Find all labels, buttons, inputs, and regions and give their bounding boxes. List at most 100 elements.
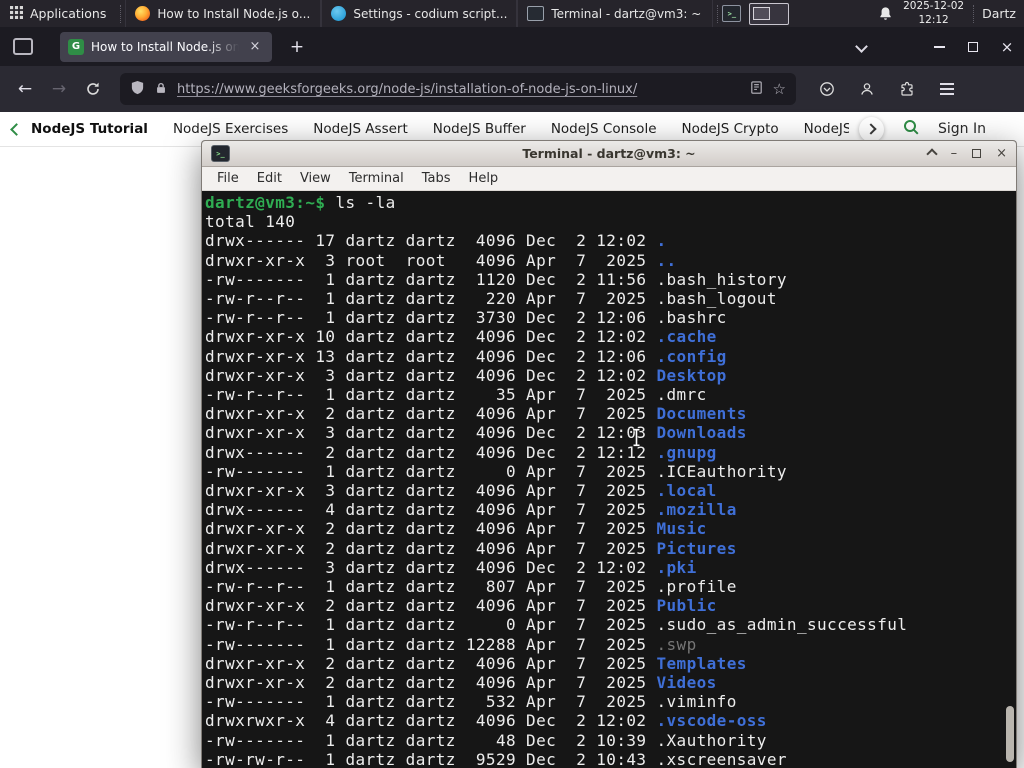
file-name: .bash_logout — [656, 289, 777, 309]
terminal-menu-edit[interactable]: Edit — [248, 171, 291, 186]
workspace-switcher[interactable] — [749, 2, 790, 25]
terminal-close-button[interactable]: × — [996, 147, 1007, 160]
window-maximize-button[interactable] — [956, 32, 990, 62]
terminal-output-line: drwx------ 3 dartz dartz 4096 Dec 2 12:0… — [205, 558, 1016, 577]
file-name: . — [656, 231, 667, 251]
file-meta: -rw-rw-r-- 1 dartz dartz 9529 Dec 2 10:4… — [205, 749, 657, 768]
clock-time: 12:12 — [918, 13, 949, 26]
terminal-scrollbar-thumb[interactable] — [1006, 706, 1014, 762]
terminal-viewport[interactable]: dartz@vm3:~$ ls -la total 140 drwx------… — [202, 191, 1016, 768]
terminal-minimize-button[interactable]: – — [951, 147, 958, 160]
file-name: .vscode-oss — [656, 711, 767, 731]
forward-button[interactable]: → — [42, 73, 76, 105]
user-menu[interactable]: Dartz — [982, 6, 1016, 21]
file-name: .swp — [656, 634, 697, 654]
file-name: .mozilla — [656, 500, 737, 520]
file-name: Downloads — [656, 423, 747, 443]
codium-icon — [331, 6, 347, 21]
gfg-scroll-right-icon[interactable] — [859, 116, 884, 142]
file-meta: -rw------- 1 dartz dartz 1120 Dec 2 11:5… — [205, 269, 657, 289]
file-name: .bashrc — [656, 308, 727, 328]
pocket-icon[interactable] — [810, 73, 844, 105]
file-meta: drwx------ 2 dartz dartz 4096 Dec 2 12:1… — [205, 442, 657, 462]
gfg-nav-link-nodejs-tutorial[interactable]: NodeJS Tutorial — [31, 121, 148, 137]
tracking-shield-icon[interactable] — [130, 80, 145, 99]
file-meta: drwxr-xr-x 2 dartz dartz 4096 Apr 7 2025 — [205, 673, 657, 693]
applications-label: Applications — [30, 6, 107, 21]
taskbar-window-codium[interactable]: Settings - codium script... — [321, 0, 518, 27]
file-meta: drwxr-xr-x 3 dartz dartz 4096 Dec 2 12:0… — [205, 423, 657, 443]
terminal-menu-help[interactable]: Help — [460, 171, 508, 186]
list-all-tabs-icon[interactable] — [848, 34, 874, 60]
taskbar-window-firefox[interactable]: How to Install Node.js o... — [125, 0, 322, 27]
gfg-nav-link-nodejs-dns[interactable]: NodeJS DNS — [804, 121, 849, 137]
file-name: Desktop — [656, 365, 727, 385]
gfg-nav-link-nodejs-crypto[interactable]: NodeJS Crypto — [682, 121, 779, 137]
gfg-nav-link-nodejs-assert[interactable]: NodeJS Assert — [313, 121, 408, 137]
file-name: .gnupg — [656, 442, 717, 462]
terminal-output-line: drwxr-xr-x 13 dartz dartz 4096 Dec 2 12:… — [205, 347, 1016, 366]
file-name: .. — [656, 250, 677, 270]
terminal-menu-tabs[interactable]: Tabs — [413, 171, 460, 186]
terminal-output-line: drwxr-xr-x 10 dartz dartz 4096 Dec 2 12:… — [205, 327, 1016, 346]
tabstrip-controls: × — [848, 32, 1024, 62]
top-panel: Applications How to Install Node.js o...… — [0, 0, 1024, 27]
terminal-output-line: drwxr-xr-x 3 root root 4096 Apr 7 2025 .… — [205, 251, 1016, 270]
tray-terminal-icon[interactable]: >_ — [722, 5, 742, 22]
reload-button[interactable] — [76, 73, 110, 105]
gfg-favicon: G — [68, 38, 84, 55]
file-name: .sudo_as_admin_successful — [656, 615, 908, 635]
taskbar-window-terminal[interactable]: Terminal - dartz@vm3: ~ — [517, 0, 714, 27]
reader-mode-icon[interactable] — [749, 80, 764, 99]
file-meta: drwx------ 17 dartz dartz 4096 Dec 2 12:… — [205, 231, 657, 251]
firefox-view-icon[interactable] — [13, 38, 33, 55]
extensions-icon[interactable] — [890, 73, 924, 105]
terminal-shade-button[interactable] — [925, 147, 938, 160]
file-name: Public — [656, 596, 717, 616]
shell-prompt: dartz@vm3:~$ — [205, 193, 336, 212]
file-meta: -rw------- 1 dartz dartz 0 Apr 7 2025 — [205, 461, 657, 481]
gfg-nav-link-nodejs-buffer[interactable]: NodeJS Buffer — [433, 121, 526, 137]
tab-close-icon[interactable]: × — [246, 38, 264, 56]
terminal-output-line: -rw------- 1 dartz dartz 12288 Apr 7 202… — [205, 635, 1016, 654]
terminal-output-line: -rw-r--r-- 1 dartz dartz 35 Apr 7 2025 .… — [205, 385, 1016, 404]
terminal-maximize-button[interactable] — [972, 149, 982, 158]
taskbar-window-title: How to Install Node.js o... — [157, 6, 311, 21]
terminal-titlebar[interactable]: >_ Terminal - dartz@vm3: ~ – × — [202, 141, 1016, 167]
terminal-output-line: -rw------- 1 dartz dartz 1120 Dec 2 11:5… — [205, 270, 1016, 289]
window-close-button[interactable]: × — [990, 32, 1024, 62]
terminal-output-line: drwxr-xr-x 2 dartz dartz 4096 Apr 7 2025… — [205, 539, 1016, 558]
back-button[interactable]: ← — [8, 73, 42, 105]
file-meta: drwxr-xr-x 13 dartz dartz 4096 Dec 2 12:… — [205, 346, 657, 366]
terminal-menu-view[interactable]: View — [291, 171, 340, 186]
window-minimize-button[interactable] — [922, 32, 956, 62]
new-tab-button[interactable]: + — [284, 34, 310, 60]
notification-bell-icon[interactable] — [878, 6, 893, 21]
file-name: .cache — [656, 327, 717, 347]
file-meta: -rw-r--r-- 1 dartz dartz 35 Apr 7 2025 — [205, 385, 657, 405]
taskbar-window-list: How to Install Node.js o... Settings - co… — [125, 0, 714, 27]
terminal-menu-terminal[interactable]: Terminal — [340, 171, 413, 186]
account-icon[interactable] — [850, 73, 884, 105]
terminal-output-line: -rw------- 1 dartz dartz 532 Apr 7 2025 … — [205, 692, 1016, 711]
toolbar-right-icons — [810, 73, 964, 105]
file-meta: -rw-r--r-- 1 dartz dartz 0 Apr 7 2025 — [205, 615, 657, 635]
terminal-output-line: -rw-r--r-- 1 dartz dartz 0 Apr 7 2025 .s… — [205, 615, 1016, 634]
bookmark-star-icon[interactable]: ☆ — [773, 80, 786, 98]
gfg-nav-link-nodejs-exercises[interactable]: NodeJS Exercises — [173, 121, 288, 137]
gfg-sign-in-button[interactable]: Sign In — [938, 121, 986, 137]
gfg-search-icon[interactable] — [902, 118, 920, 140]
browser-tab-active[interactable]: G How to Install Node.js on... × — [60, 31, 272, 62]
panel-clock[interactable]: 2025-12-02 12:12 — [903, 0, 964, 26]
gfg-nav-links: NodeJS Tutorial NodeJS Exercises NodeJS As… — [31, 121, 849, 137]
url-bar[interactable]: https://www.geeksforgeeks.org/node-js/in… — [120, 73, 796, 105]
gfg-scroll-left-icon[interactable] — [10, 122, 23, 136]
applications-menu-button[interactable]: Applications — [0, 0, 116, 27]
file-name: Documents — [656, 404, 747, 424]
terminal-menu-file[interactable]: File — [208, 171, 248, 186]
url-text[interactable]: https://www.geeksforgeeks.org/node-js/in… — [177, 82, 740, 97]
lock-icon[interactable] — [154, 80, 168, 99]
gfg-nav-link-nodejs-console[interactable]: NodeJS Console — [551, 121, 657, 137]
menu-hamburger-icon[interactable] — [930, 73, 964, 105]
terminal-output-line: drwx------ 4 dartz dartz 4096 Apr 7 2025… — [205, 500, 1016, 519]
